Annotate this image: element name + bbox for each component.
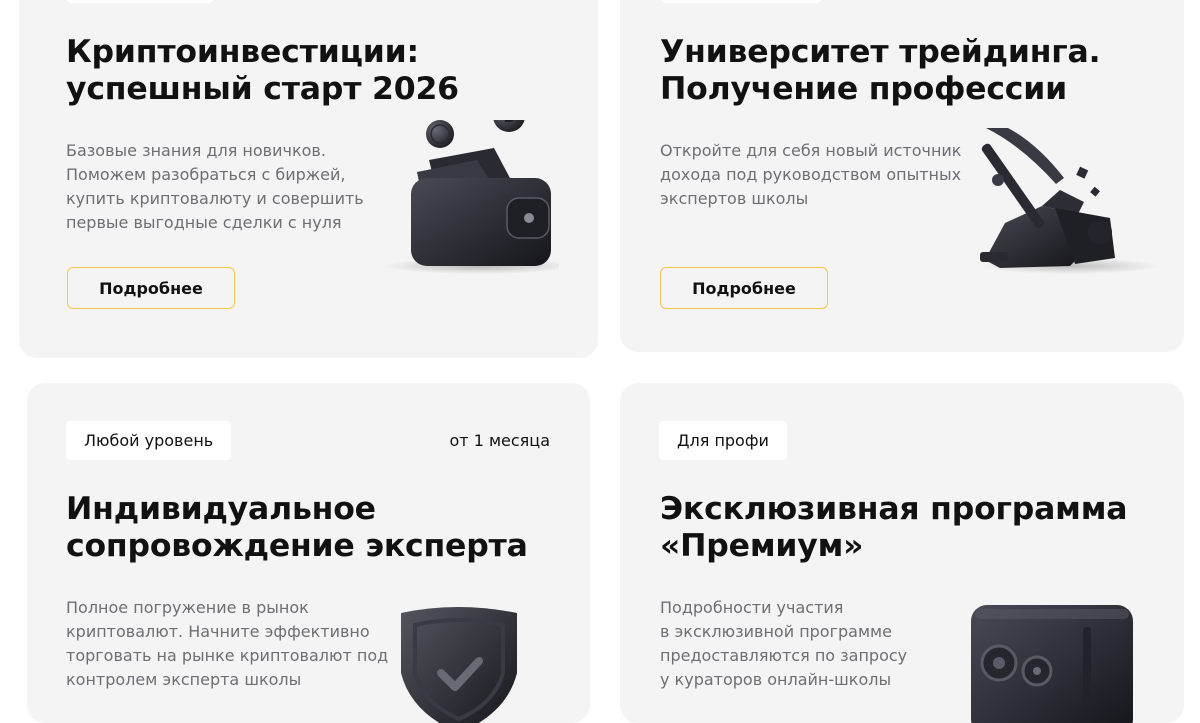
- card-description: Подробности участия в эксклюзивной прогр…: [660, 596, 907, 692]
- card-description: Базовые знания для новичков. Поможем раз…: [66, 139, 364, 235]
- card-title-line: успешный старт 2026: [66, 71, 459, 107]
- wallet-coins-icon: B: [384, 120, 559, 274]
- card-title-line: Эксклюзивная программа: [660, 491, 1128, 527]
- description-line: экспертов школы: [660, 189, 809, 208]
- course-card-expert-support[interactable]: Любой уровень от 1 месяца Индивидуальное…: [27, 383, 590, 723]
- card-title-line: Индивидуальное: [66, 491, 376, 527]
- description-line: дохода под руководством опытных: [660, 165, 962, 184]
- svg-text:B: B: [504, 120, 515, 126]
- description-line: первые выгодные сделки с нуля: [66, 213, 342, 232]
- duration-label: от 1 месяца: [449, 431, 551, 450]
- card-title-line: Университет трейдинга.: [660, 34, 1101, 70]
- card-title: Университет трейдинга. Получение професс…: [660, 34, 1101, 108]
- description-line: Полное погружение в рынок: [66, 598, 309, 617]
- more-details-button[interactable]: Подробнее: [660, 267, 828, 309]
- course-card-premium[interactable]: Для профи Эксклюзивная программа «Премиу…: [620, 383, 1184, 723]
- course-card-trading-university[interactable]: Университет трейдинга. Получение професс…: [620, 0, 1184, 352]
- description-line: Поможем разобраться с биржей,: [66, 165, 346, 184]
- shield-check-icon: [401, 607, 517, 723]
- card-title-line: Получение профессии: [660, 71, 1068, 107]
- level-tag: [660, 0, 822, 3]
- card-title-line: Криптоинвестиции:: [66, 34, 419, 70]
- card-title: Криптоинвестиции: успешный старт 2026: [66, 34, 459, 108]
- level-tag: Любой уровень: [66, 421, 232, 460]
- description-line: в эксклюзивной программе: [660, 622, 892, 641]
- card-title: Эксклюзивная программа «Премиум»: [660, 491, 1128, 565]
- description-line: предоставляются по запросу: [660, 646, 908, 665]
- description-line: торговать на рынке криптовалют под: [66, 646, 389, 665]
- level-tag: Для профи: [659, 421, 787, 460]
- card-title-line: сопровождение эксперта: [66, 528, 528, 564]
- description-line: у кураторов онлайн-школы: [660, 670, 892, 689]
- description-line: купить криптовалюту и совершить: [66, 189, 364, 208]
- description-line: криптовалют. Начните эффективно: [66, 622, 370, 641]
- card-description: Полное погружение в рынок криптовалют. Н…: [66, 596, 388, 692]
- description-line: Подробности участия: [660, 598, 844, 617]
- level-tag: [66, 0, 214, 3]
- card-title-line: «Премиум»: [660, 528, 864, 564]
- description-line: контролем эксперта школы: [66, 670, 302, 689]
- course-card-crypto-investments[interactable]: Криптоинвестиции: успешный старт 2026 Ба…: [19, 0, 598, 358]
- card-title: Индивидуальное сопровождение эксперта: [66, 491, 528, 565]
- safe-icon: [971, 605, 1133, 723]
- pickaxe-mining-icon: [980, 128, 1160, 274]
- description-line: Откройте для себя новый источник: [660, 141, 962, 160]
- card-description: Откройте для себя новый источник дохода …: [660, 139, 961, 211]
- description-line: Базовые знания для новичков.: [66, 141, 326, 160]
- more-details-button[interactable]: Подробнее: [67, 267, 235, 309]
